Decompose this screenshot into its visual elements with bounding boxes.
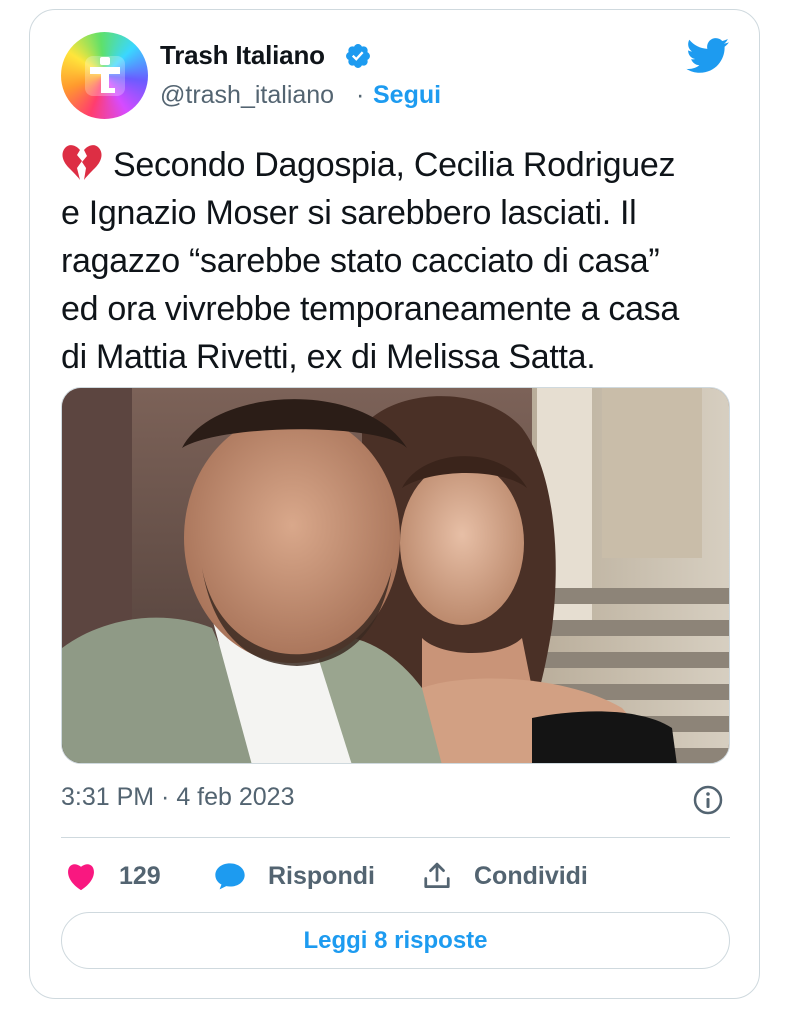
- letter-t-logo-icon: [84, 55, 125, 96]
- tweet-text: Secondo Dagospia, Cecilia Rodriguez e Ig…: [61, 141, 741, 381]
- separator-dot: ·: [356, 81, 365, 109]
- tweet-photo[interactable]: [61, 387, 730, 764]
- reply-label: Rispondi: [268, 861, 375, 890]
- follow-button[interactable]: Segui: [373, 81, 441, 110]
- author-handle[interactable]: @trash_italiano: [160, 81, 334, 110]
- reply-button[interactable]: Rispondi: [214, 858, 375, 894]
- like-count: 129: [119, 861, 161, 890]
- share-label: Condividi: [474, 861, 588, 890]
- verified-badge-icon: [346, 44, 370, 68]
- info-icon[interactable]: [692, 784, 724, 816]
- divider: [61, 837, 730, 838]
- couple-selfie-image: [62, 388, 729, 763]
- twitter-bird-icon[interactable]: [686, 38, 730, 74]
- like-button[interactable]: 129: [65, 858, 161, 894]
- read-replies-button[interactable]: Leggi 8 risposte: [61, 912, 730, 969]
- broken-heart-icon: [62, 145, 102, 180]
- share-icon: [424, 862, 450, 888]
- author-name[interactable]: Trash Italiano: [160, 40, 325, 71]
- avatar[interactable]: [61, 32, 148, 119]
- tweet-timestamp[interactable]: 3:31 PM · 4 feb 2023: [61, 783, 294, 812]
- tweet-body: Secondo Dagospia, Cecilia Rodriguez e Ig…: [61, 146, 679, 376]
- heart-icon: [68, 864, 94, 891]
- share-button[interactable]: Condividi: [422, 858, 588, 894]
- speech-bubble-icon: [215, 863, 245, 890]
